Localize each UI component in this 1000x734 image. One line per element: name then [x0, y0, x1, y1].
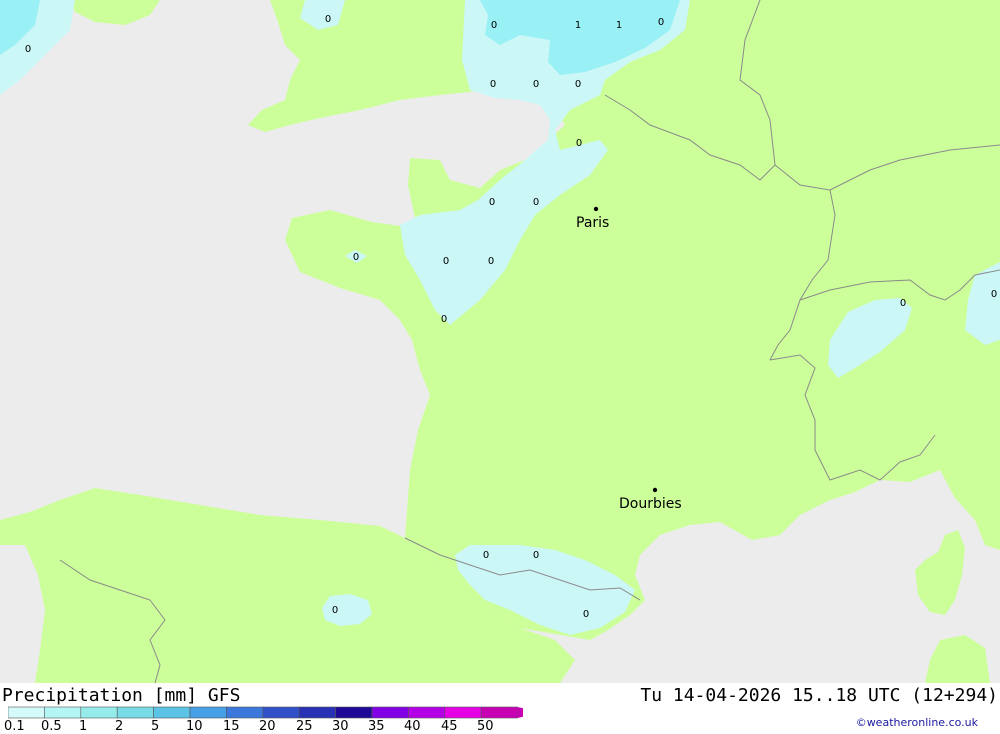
precip-value: 1 — [616, 20, 622, 31]
city-dot-paris — [593, 206, 599, 212]
precip-value: 0 — [443, 256, 449, 267]
precip-value: 0 — [491, 20, 497, 31]
precip-value: 0 — [490, 79, 496, 90]
precip-value: 0 — [991, 289, 997, 300]
precip-value: 1 — [575, 20, 581, 31]
city-label-dourbies: Dourbies — [619, 496, 682, 512]
credit-link[interactable]: ©weatheronline.co.uk — [856, 716, 978, 729]
precipitation-legend — [8, 706, 523, 719]
legend-label: 20 — [259, 719, 276, 734]
precip-value: 0 — [489, 197, 495, 208]
legend-label: 1 — [79, 719, 88, 734]
legend-label: 50 — [477, 719, 494, 734]
precip-value: 0 — [658, 17, 664, 28]
forecast-datetime: Tu 14-04-2026 15..18 UTC (12+294) — [640, 685, 998, 706]
precip-value: 0 — [533, 550, 539, 561]
legend-label: 10 — [186, 719, 203, 734]
legend-label: 35 — [368, 719, 385, 734]
city-dot-dourbies — [652, 487, 658, 493]
precip-value: 0 — [325, 14, 331, 25]
precip-value: 0 — [583, 609, 589, 620]
legend-swatch — [298, 706, 336, 719]
legend-arrow — [517, 707, 523, 718]
precip-value: 0 — [575, 79, 581, 90]
precip-value: 0 — [353, 252, 359, 263]
legend-label: 40 — [404, 719, 421, 734]
legend-swatch — [153, 706, 191, 719]
precip-value: 0 — [483, 550, 489, 561]
precip-value: 0 — [488, 256, 494, 267]
legend-swatch — [480, 706, 518, 719]
precip-value: 0 — [576, 138, 582, 149]
legend-swatch — [408, 706, 446, 719]
legend-label: 15 — [223, 719, 240, 734]
legend-swatch — [44, 706, 82, 719]
legend-label: 5 — [151, 719, 160, 734]
legend-swatch — [335, 706, 373, 719]
legend-swatch — [189, 706, 227, 719]
legend-swatch — [444, 706, 482, 719]
legend-swatch — [80, 706, 118, 719]
precip-value: 0 — [25, 44, 31, 55]
legend-swatch — [116, 706, 154, 719]
legend-label: 45 — [441, 719, 458, 734]
legend-swatch — [262, 706, 300, 719]
precip-value: 0 — [533, 79, 539, 90]
legend-swatch — [8, 706, 45, 719]
precip-value: 0 — [533, 197, 539, 208]
legend-swatch — [371, 706, 409, 719]
legend-label: 30 — [332, 719, 349, 734]
precip-value: 0 — [332, 605, 338, 616]
precip-value: 0 — [900, 298, 906, 309]
precipitation-map: 0 0 0 1 1 0 0 0 0 0 0 0 0 0 0 0 0 0 0 0 … — [0, 0, 1000, 683]
legend-label: 25 — [296, 719, 313, 734]
legend-label: 2 — [115, 719, 124, 734]
legend-swatch — [226, 706, 264, 719]
legend-label: 0.1 — [4, 719, 25, 734]
city-label-paris: Paris — [576, 215, 609, 231]
map-title: Precipitation [mm] GFS — [2, 685, 241, 706]
precip-value: 0 — [441, 314, 447, 325]
legend-label: 0.5 — [41, 719, 62, 734]
